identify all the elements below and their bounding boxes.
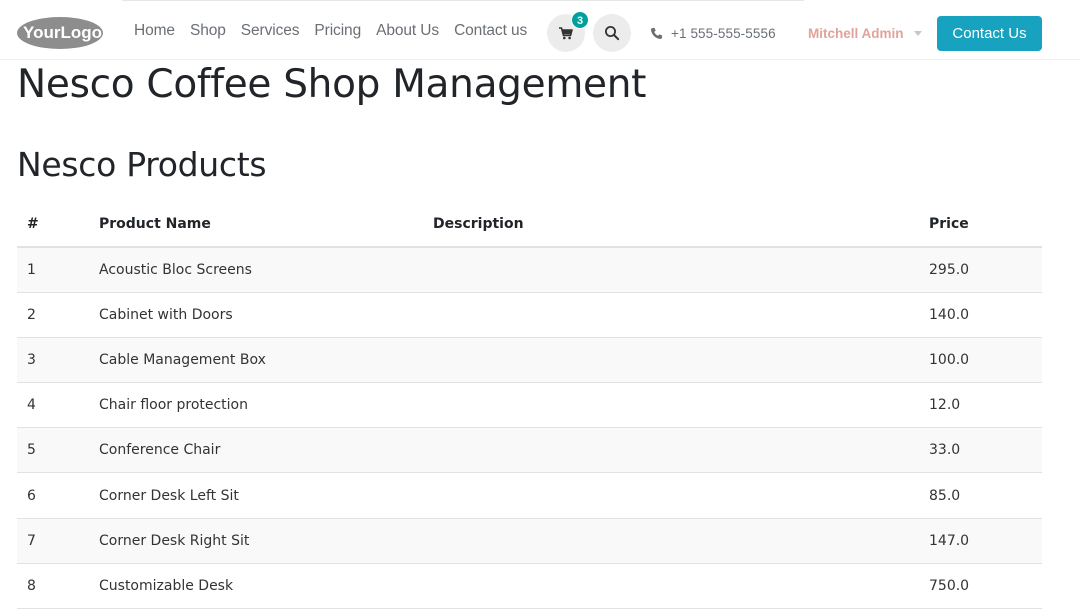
cell-product-name: Conference Chair [99,427,433,474]
column-header-product-name: Product Name [99,201,433,248]
cell-description [433,382,929,429]
cell-description [433,247,929,293]
menu-item-home[interactable]: Home [134,22,175,40]
user-name: Mitchell Admin [808,26,904,41]
cell-number: 8 [17,563,99,610]
column-header-description: Description [433,201,929,248]
phone-number: +1 555-555-5556 [671,26,776,41]
cell-number: 7 [17,518,99,564]
cell-description [433,518,929,564]
logo-text: YourLogo [23,23,102,42]
main-menu: Home Shop Services Pricing About Us Cont… [134,22,527,40]
contact-us-button[interactable]: Contact Us [937,16,1042,51]
table-row: 3 Cable Management Box 100.0 [17,337,1042,384]
cell-price: 147.0 [929,518,1042,564]
table-row: 8 Customizable Desk 750.0 [17,563,1042,610]
cell-price: 295.0 [929,247,1042,293]
cell-number: 3 [17,337,99,384]
cell-description [433,427,929,474]
search-icon [605,26,620,41]
navbar: YourLogo Home Shop Services Pricing Abou… [0,4,1080,60]
table-row: 1 Acoustic Bloc Screens 295.0 [17,247,1042,293]
products-table: # Product Name Description Price 1 Acoust… [17,201,1042,610]
table-body: 1 Acoustic Bloc Screens 295.0 2 Cabinet with… [17,247,1042,610]
table-header-row: # Product Name Description Price [17,201,1042,248]
page-title: Nesco Coffee Shop Management [17,62,647,107]
phone-link[interactable]: +1 555-555-5556 [650,26,776,41]
cell-number: 4 [17,382,99,429]
column-header-price: Price [929,201,1042,248]
cell-product-name: Corner Desk Left Sit [99,472,433,519]
cart-icon [559,27,573,40]
cell-price: 12.0 [929,382,1042,429]
phone-icon [650,27,663,40]
table-row: 4 Chair floor protection 12.0 [17,382,1042,429]
section-title: Nesco Products [17,145,267,184]
cell-product-name: Customizable Desk [99,563,433,610]
table-row: 2 Cabinet with Doors 140.0 [17,292,1042,338]
menu-item-services[interactable]: Services [241,22,300,40]
cell-price: 140.0 [929,292,1042,338]
cell-product-name: Acoustic Bloc Screens [99,247,433,293]
cell-number: 6 [17,472,99,519]
menu-item-shop[interactable]: Shop [190,22,226,40]
cell-product-name: Cabinet with Doors [99,292,433,338]
cell-number: 1 [17,247,99,293]
column-header-number: # [17,201,99,248]
table-row: 6 Corner Desk Left Sit 85.0 [17,472,1042,519]
table-row: 5 Conference Chair 33.0 [17,427,1042,474]
cell-description [433,292,929,338]
cell-description [433,563,929,610]
user-menu[interactable]: Mitchell Admin [808,26,922,41]
cart-count-badge: 3 [571,11,589,29]
menu-item-pricing[interactable]: Pricing [314,22,361,40]
cell-product-name: Cable Management Box [99,337,433,384]
cell-price: 85.0 [929,472,1042,519]
logo[interactable]: YourLogo [16,15,104,51]
cell-number: 5 [17,427,99,474]
cell-description [433,472,929,519]
menu-item-about-us[interactable]: About Us [376,22,439,40]
cell-price: 100.0 [929,337,1042,384]
cell-description [433,337,929,384]
menu-item-contact-us[interactable]: Contact us [454,22,527,40]
search-button[interactable] [593,14,631,52]
cell-price: 33.0 [929,427,1042,474]
cell-product-name: Corner Desk Right Sit [99,518,433,564]
cell-product-name: Chair floor protection [99,382,433,429]
cell-number: 2 [17,292,99,338]
caret-down-icon [913,31,922,36]
table-row: 7 Corner Desk Right Sit 147.0 [17,518,1042,564]
cell-price: 750.0 [929,563,1042,610]
